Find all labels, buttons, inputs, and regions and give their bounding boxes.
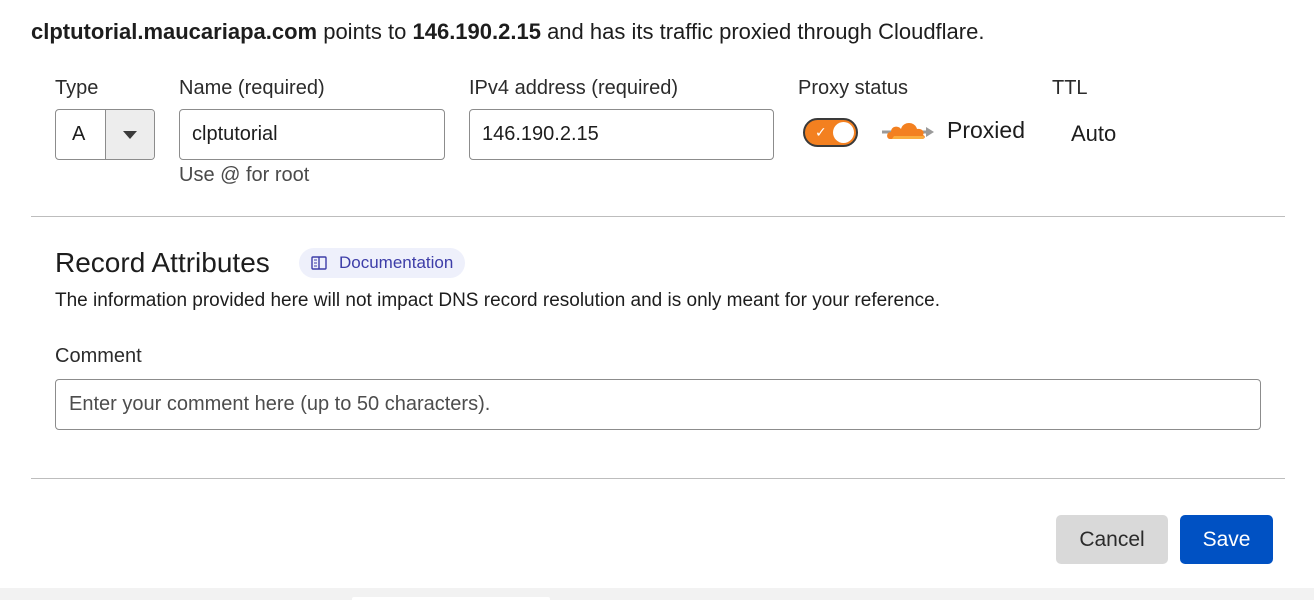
type-label: Type bbox=[55, 77, 99, 99]
bottom-strip bbox=[0, 588, 1314, 600]
type-select-toggle[interactable] bbox=[105, 110, 154, 159]
record-attributes-description: The information provided here will not i… bbox=[55, 290, 940, 311]
save-button[interactable]: Save bbox=[1180, 515, 1273, 564]
comment-input[interactable] bbox=[55, 379, 1261, 430]
proxy-status-text: Proxied bbox=[947, 117, 1025, 143]
type-select[interactable]: A bbox=[55, 109, 155, 160]
documentation-link-label: Documentation bbox=[339, 253, 454, 272]
proxy-toggle[interactable]: ✓ bbox=[803, 118, 858, 147]
toggle-knob bbox=[833, 122, 854, 143]
caret-down-icon bbox=[123, 130, 137, 139]
check-icon: ✓ bbox=[815, 124, 827, 140]
section-divider-bottom bbox=[31, 478, 1285, 479]
name-label: Name (required) bbox=[179, 77, 325, 99]
summary-domain: clptutorial.maucariapa.com bbox=[31, 19, 318, 44]
comment-label: Comment bbox=[55, 345, 142, 367]
name-input[interactable]: clptutorial bbox=[179, 109, 445, 160]
ttl-value: Auto bbox=[1071, 121, 1117, 146]
book-icon bbox=[311, 256, 327, 270]
name-hint: Use @ for root bbox=[179, 164, 310, 186]
section-divider-top bbox=[31, 216, 1285, 217]
cloud-proxied-icon bbox=[882, 123, 934, 139]
summary-text-1: points to bbox=[317, 19, 413, 44]
ipv4-input[interactable]: 146.190.2.15 bbox=[469, 109, 774, 160]
ttl-label: TTL bbox=[1052, 77, 1088, 99]
summary-ip: 146.190.2.15 bbox=[412, 19, 541, 44]
type-select-value: A bbox=[72, 123, 86, 145]
cancel-button[interactable]: Cancel bbox=[1056, 515, 1168, 564]
dns-record-edit-panel: clptutorial.maucariapa.com points to 146… bbox=[0, 0, 1314, 600]
proxy-status-label: Proxy status bbox=[798, 77, 909, 99]
summary-text-2: and has its traffic proxied through Clou… bbox=[540, 19, 985, 44]
documentation-link[interactable]: Documentation bbox=[299, 248, 466, 278]
record-summary: clptutorial.maucariapa.com points to 146… bbox=[31, 18, 984, 46]
ipv4-label: IPv4 address (required) bbox=[469, 77, 678, 99]
record-attributes-title: Record Attributes bbox=[55, 247, 270, 278]
